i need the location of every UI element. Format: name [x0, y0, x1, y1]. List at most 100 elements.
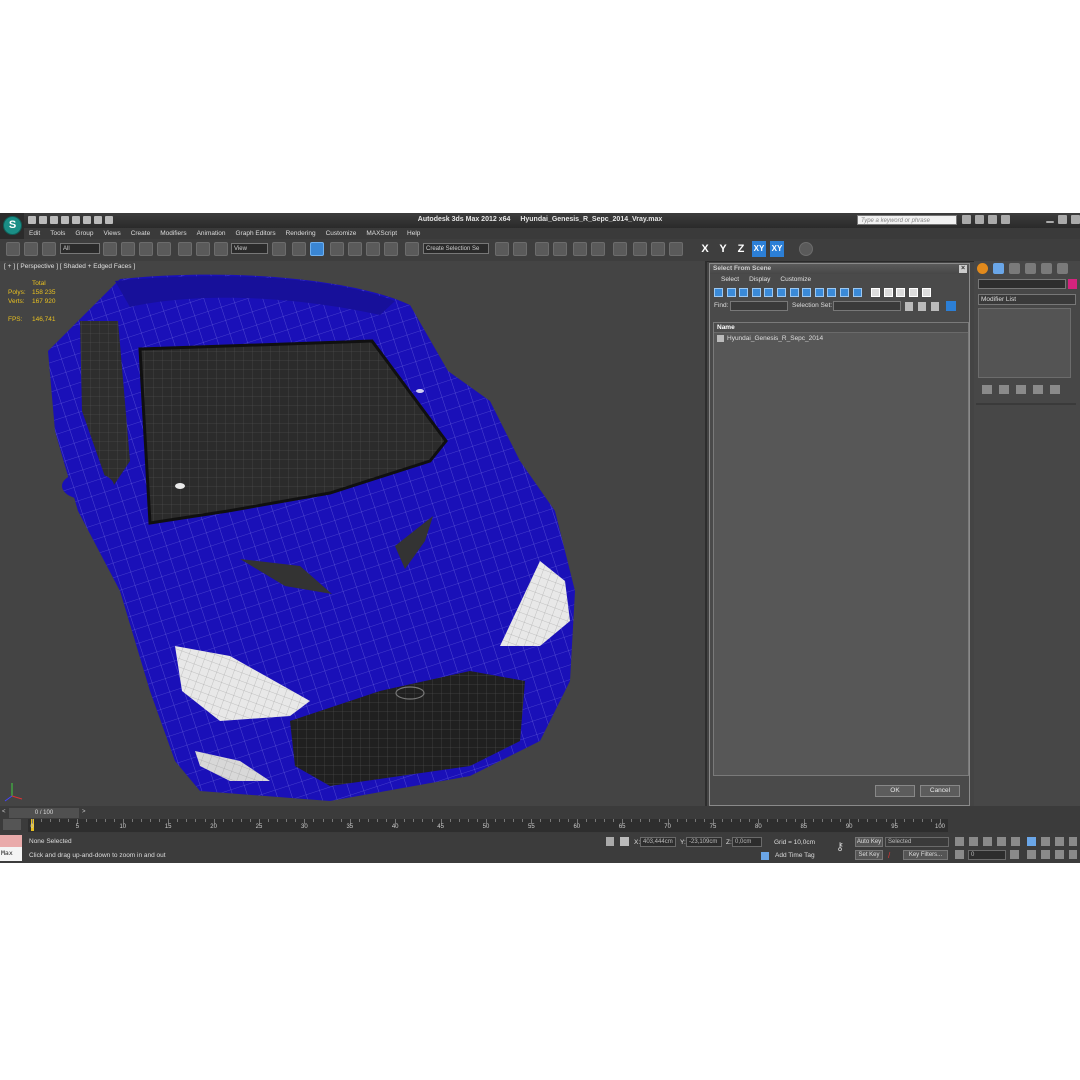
- maximize-viewport-icon[interactable]: [1069, 850, 1077, 859]
- display-groups-icon[interactable]: [789, 288, 799, 297]
- select-object-icon[interactable]: [103, 242, 117, 256]
- auto-key-button[interactable]: Auto Key: [855, 837, 883, 847]
- window-crossing-icon[interactable]: [157, 242, 171, 256]
- dialog-title-bar[interactable]: Select From Scene ×: [710, 264, 969, 274]
- redo-icon[interactable]: [72, 216, 80, 224]
- previous-frame-icon[interactable]: [969, 837, 978, 846]
- object-color-swatch[interactable]: [1068, 279, 1077, 289]
- menu-graph-editors[interactable]: Graph Editors: [231, 228, 281, 239]
- dialog-menu-select[interactable]: Select: [716, 274, 744, 286]
- track-bar-toggle-icon[interactable]: [3, 819, 21, 830]
- rendered-frame-window-icon[interactable]: [651, 242, 665, 256]
- open-file-icon[interactable]: [39, 216, 47, 224]
- display-containers-icon[interactable]: [827, 288, 837, 297]
- select-manipulate-icon[interactable]: [292, 242, 306, 256]
- lock-selection-icon[interactable]: [606, 837, 614, 846]
- rectangular-selection-icon[interactable]: [139, 242, 153, 256]
- select-and-move-icon[interactable]: [178, 242, 192, 256]
- vray-icon[interactable]: [799, 242, 813, 256]
- pan-view-icon[interactable]: [1041, 850, 1050, 859]
- motion-tab-icon[interactable]: [1025, 263, 1036, 274]
- z-coordinate-field[interactable]: 0,0cm: [732, 837, 762, 847]
- menu-tools[interactable]: Tools: [45, 228, 70, 239]
- mirror-icon[interactable]: [495, 242, 509, 256]
- render-production-icon[interactable]: [669, 242, 683, 256]
- set-key-button[interactable]: Set Key: [855, 850, 883, 860]
- time-tag-icon[interactable]: [761, 852, 769, 860]
- restrict-y-button[interactable]: Y: [716, 241, 730, 257]
- select-none-icon[interactable]: [883, 288, 893, 297]
- new-file-icon[interactable]: [28, 216, 36, 224]
- ok-button[interactable]: OK: [875, 785, 915, 797]
- help-icon[interactable]: [1001, 215, 1010, 224]
- time-slider-thumb[interactable]: 0 / 100: [9, 808, 79, 818]
- keyboard-shortcut-toggle-icon[interactable]: [310, 242, 324, 256]
- add-to-set-icon[interactable]: [918, 302, 926, 311]
- named-selection-set-dropdown[interactable]: Create Selection Se: [423, 243, 489, 254]
- play-icon[interactable]: [983, 837, 992, 846]
- material-editor-icon[interactable]: [613, 242, 627, 256]
- next-frame-arrow[interactable]: >: [82, 809, 86, 815]
- close-icon[interactable]: [1071, 215, 1080, 224]
- track-bar[interactable]: 0 5 10 15 20 25 30 35 40 45 50 55 60 65 70 75 80 85 90 95 10…: [28, 819, 948, 832]
- schematic-view-icon[interactable]: [591, 242, 605, 256]
- selection-set-dropdown[interactable]: [833, 301, 901, 311]
- dialog-close-icon[interactable]: ×: [959, 265, 967, 273]
- hierarchy-tab-icon[interactable]: [1009, 263, 1020, 274]
- show-end-result-icon[interactable]: [999, 385, 1009, 394]
- modify-tab-icon[interactable]: [993, 263, 1004, 274]
- goto-start-icon[interactable]: [955, 837, 964, 846]
- configure-sets-icon[interactable]: [1050, 385, 1060, 394]
- restrict-xy-button[interactable]: XY: [752, 241, 766, 257]
- cancel-button[interactable]: Cancel: [920, 785, 960, 797]
- display-cameras-icon[interactable]: [751, 288, 761, 297]
- display-tab-icon[interactable]: [1041, 263, 1052, 274]
- display-space-warps-icon[interactable]: [777, 288, 786, 297]
- save-file-icon[interactable]: [50, 216, 58, 224]
- menu-animation[interactable]: Animation: [192, 228, 231, 239]
- app-logo-button[interactable]: S: [0, 213, 24, 239]
- unlink-icon[interactable]: [24, 242, 38, 256]
- render-setup-icon[interactable]: [633, 242, 647, 256]
- restore-icon[interactable]: [1058, 215, 1067, 224]
- object-name-field[interactable]: [978, 279, 1066, 289]
- maxscript-listener[interactable]: Max: [0, 835, 22, 861]
- menu-views[interactable]: Views: [98, 228, 125, 239]
- minimize-icon[interactable]: [1046, 221, 1054, 223]
- spinner-snap-icon[interactable]: [384, 242, 398, 256]
- pin-stack-icon[interactable]: [982, 385, 992, 394]
- display-shapes-icon[interactable]: [726, 288, 736, 297]
- current-frame-field[interactable]: 0: [968, 850, 1006, 860]
- undo-icon[interactable]: [61, 216, 69, 224]
- menu-create[interactable]: Create: [126, 228, 156, 239]
- selection-filter-dropdown[interactable]: All: [60, 243, 100, 254]
- add-time-tag[interactable]: Add Time Tag: [775, 852, 815, 859]
- curve-editor-icon[interactable]: [573, 242, 587, 256]
- orbit-icon[interactable]: [1055, 850, 1064, 859]
- project-folder-icon[interactable]: [105, 216, 113, 224]
- hold-icon[interactable]: [83, 216, 91, 224]
- select-and-rotate-icon[interactable]: [196, 242, 210, 256]
- menu-customize[interactable]: Customize: [321, 228, 362, 239]
- pivot-center-icon[interactable]: [272, 242, 286, 256]
- select-invert-icon[interactable]: [896, 288, 906, 297]
- x-coordinate-field[interactable]: 403,444cm: [640, 837, 676, 847]
- field-of-view-icon[interactable]: [1027, 850, 1036, 859]
- binoculars-icon[interactable]: [962, 215, 971, 224]
- align-icon[interactable]: [513, 242, 527, 256]
- display-geometry-icon[interactable]: [714, 288, 723, 297]
- snaps-toggle-icon[interactable]: [330, 242, 344, 256]
- star-icon[interactable]: [988, 215, 997, 224]
- prev-frame-arrow[interactable]: <: [2, 809, 6, 815]
- display-bones-icon[interactable]: [814, 288, 824, 297]
- layer-manager-icon[interactable]: [535, 242, 549, 256]
- restrict-x-button[interactable]: X: [698, 241, 712, 257]
- remove-modifier-icon[interactable]: [1033, 385, 1043, 394]
- zoom-all-icon[interactable]: [1041, 837, 1050, 846]
- remove-from-set-icon[interactable]: [931, 302, 939, 311]
- key-icon[interactable]: ⚷: [836, 840, 850, 854]
- menu-group[interactable]: Group: [70, 228, 98, 239]
- bind-space-warp-icon[interactable]: [42, 242, 56, 256]
- display-hidden-icon[interactable]: [852, 288, 862, 297]
- zoom-extents-all-icon[interactable]: [1069, 837, 1077, 846]
